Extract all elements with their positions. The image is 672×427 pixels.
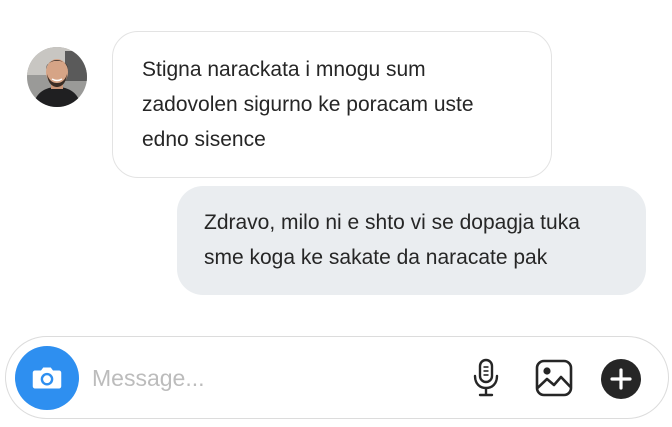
voice-message-button[interactable]	[464, 356, 508, 400]
contact-avatar-image	[27, 47, 87, 107]
more-options-button[interactable]	[598, 356, 644, 402]
microphone-icon	[473, 358, 499, 397]
plus-circle-icon	[601, 359, 641, 399]
incoming-message-bubble[interactable]: Stigna narackata i mnogu sum zadovolen s…	[112, 31, 552, 178]
camera-button[interactable]	[15, 346, 79, 410]
avatar[interactable]	[27, 47, 87, 107]
camera-icon	[32, 367, 62, 389]
add-photo-button[interactable]	[532, 356, 576, 400]
message-input[interactable]	[92, 359, 452, 397]
outgoing-message-bubble[interactable]: Zdravo, milo ni e shto vi se dopagja tuk…	[177, 186, 646, 295]
image-icon	[535, 359, 573, 397]
message-composer	[5, 336, 669, 419]
